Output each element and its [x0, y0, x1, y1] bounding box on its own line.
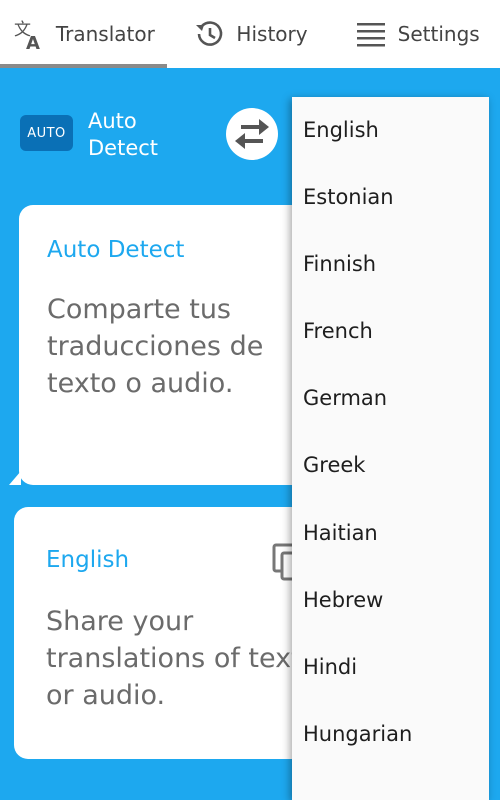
tab-history-label: History: [236, 22, 308, 46]
tab-settings[interactable]: Settings: [333, 0, 500, 68]
tab-translator-label: Translator: [55, 22, 155, 46]
translation-card[interactable]: English Share your translations of text …: [14, 507, 324, 759]
tab-bar: 文 A Translator History Settings: [0, 0, 500, 68]
dropdown-item-hindi[interactable]: Hindi: [292, 633, 489, 700]
dropdown-item-german[interactable]: German: [292, 365, 489, 432]
dropdown-item-greek[interactable]: Greek: [292, 432, 489, 499]
language-dropdown[interactable]: English Estonian Finnish French German G…: [292, 97, 489, 800]
auto-badge[interactable]: AUTO: [20, 115, 73, 151]
tab-translator[interactable]: 文 A Translator: [0, 0, 167, 68]
dropdown-item-english[interactable]: English: [292, 97, 489, 163]
tab-history[interactable]: History: [167, 0, 334, 68]
dropdown-item-finnish[interactable]: Finnish: [292, 230, 489, 297]
target-card-language: English: [46, 547, 130, 573]
dropdown-item-hungarian[interactable]: Hungarian: [292, 701, 489, 768]
menu-icon: [354, 17, 388, 51]
tab-settings-label: Settings: [397, 22, 480, 46]
translate-icon: 文 A: [12, 17, 46, 51]
source-text-card[interactable]: Auto Detect Comparte tus traducciones de…: [9, 205, 319, 485]
dropdown-item-french[interactable]: French: [292, 297, 489, 364]
history-icon: [192, 17, 226, 51]
swap-arrows-icon: [235, 119, 269, 149]
dropdown-item-estonian[interactable]: Estonian: [292, 163, 489, 230]
source-card-language: Auto Detect: [47, 237, 185, 263]
dropdown-item-hebrew[interactable]: Hebrew: [292, 566, 489, 633]
svg-text:A: A: [26, 33, 40, 50]
swap-languages-button[interactable]: [226, 108, 278, 160]
dropdown-item-haitian[interactable]: Haitian: [292, 499, 489, 566]
source-language-selector[interactable]: Auto Detect: [88, 108, 188, 162]
